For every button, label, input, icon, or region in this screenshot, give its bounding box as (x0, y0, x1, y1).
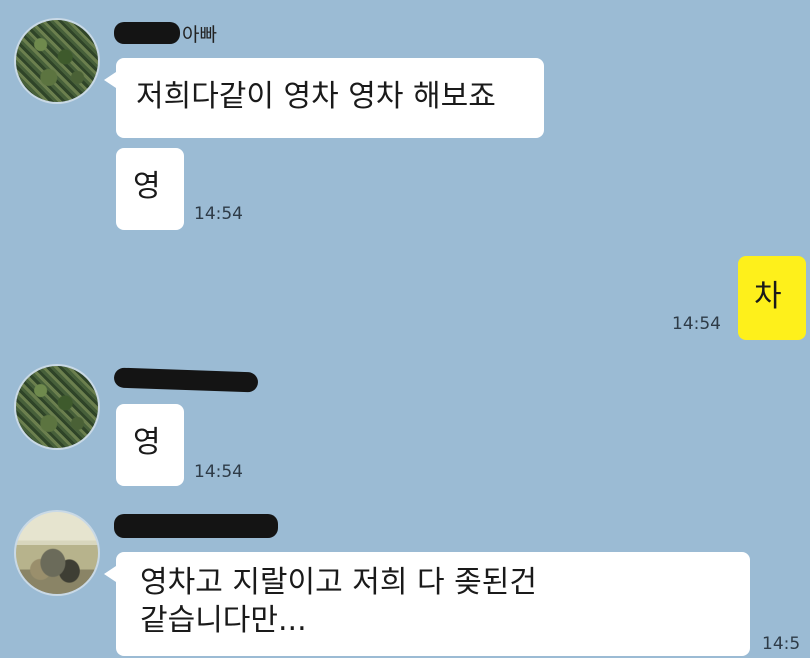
message-bubble[interactable]: 영차고 지랄이고 저희 다 좆된건 같습니다만... (116, 552, 750, 656)
my-message-bubble[interactable]: 차 (738, 256, 806, 340)
message-time: 14:5 (762, 634, 801, 654)
message-text-line: 영차고 지랄이고 저희 다 좆된건 (140, 565, 537, 600)
sender-name: 아빠 (182, 24, 217, 46)
message-time: 14:54 (194, 204, 243, 224)
avatar[interactable] (14, 364, 100, 450)
message-text: 차 (754, 279, 782, 314)
message-bubble[interactable]: 저희다같이 영차 영차 해보죠 (116, 58, 544, 138)
bubble-tail (104, 72, 116, 88)
message-time: 14:54 (672, 314, 721, 334)
redacted-name (114, 514, 278, 538)
message-text-line: 같습니다만... (140, 603, 307, 638)
avatar[interactable] (14, 510, 100, 596)
message-text: 저희다같이 영차 영차 해보죠 (136, 79, 496, 114)
message-text: 영 (133, 425, 161, 460)
redacted-name (113, 367, 259, 393)
message-bubble[interactable]: 영 (116, 404, 184, 486)
message-time: 14:54 (194, 462, 243, 482)
avatar[interactable] (14, 18, 100, 104)
bubble-tail (104, 566, 116, 582)
redacted-name (114, 22, 180, 44)
message-text: 영 (133, 169, 161, 204)
message-bubble[interactable]: 영 (116, 148, 184, 230)
